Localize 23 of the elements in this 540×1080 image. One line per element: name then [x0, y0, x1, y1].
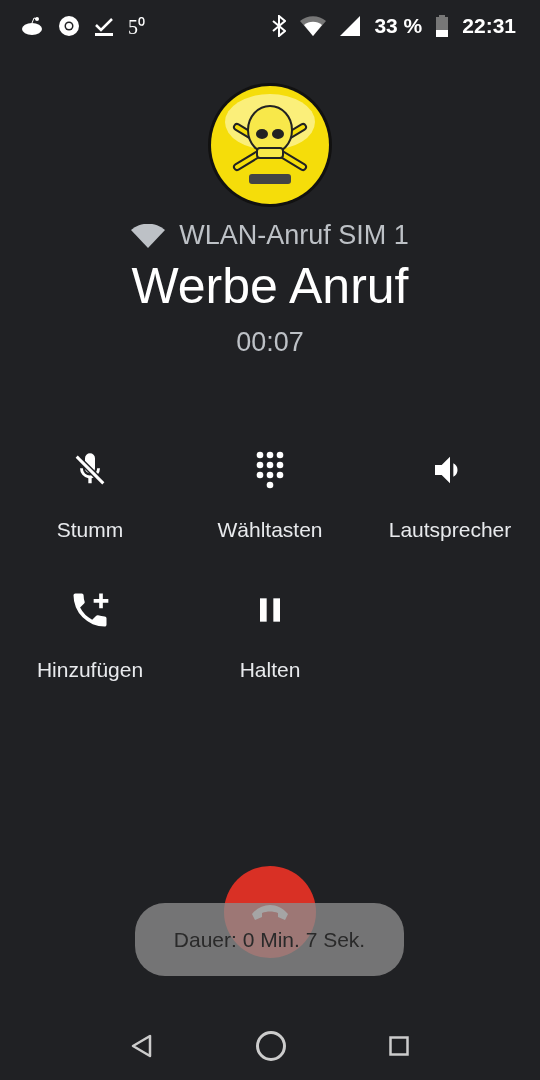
speaker-button[interactable]: Lautsprecher — [360, 448, 540, 542]
battery-percentage: 33 % — [374, 14, 423, 38]
bluetooth-icon — [272, 15, 287, 37]
hold-button[interactable]: Halten — [180, 588, 360, 682]
battery-icon — [436, 15, 449, 37]
wifi-icon — [131, 223, 166, 248]
temperature-text: 5⁰ — [128, 14, 145, 40]
cellular-signal-icon — [340, 16, 361, 36]
add-call-button[interactable]: Hinzufügen — [0, 588, 180, 682]
browser-app-icon — [58, 15, 80, 37]
duration-toast: Dauer: 0 Min. 7 Sek. — [135, 903, 404, 976]
mute-button[interactable]: Stumm — [0, 448, 180, 542]
home-button[interactable] — [255, 1030, 287, 1062]
call-timer: 00:07 — [236, 327, 304, 358]
call-line-label: WLAN-Anruf SIM 1 — [179, 220, 409, 251]
clock-time: 22:31 — [462, 14, 516, 38]
wifi-icon — [300, 16, 327, 36]
robot-app-icon — [20, 16, 44, 36]
download-done-icon — [94, 16, 114, 36]
recents-button[interactable] — [389, 1036, 409, 1056]
back-button[interactable] — [131, 1034, 153, 1058]
caller-name: Werbe Anruf — [131, 257, 409, 315]
dialpad-button[interactable]: Wähltasten — [180, 448, 360, 542]
